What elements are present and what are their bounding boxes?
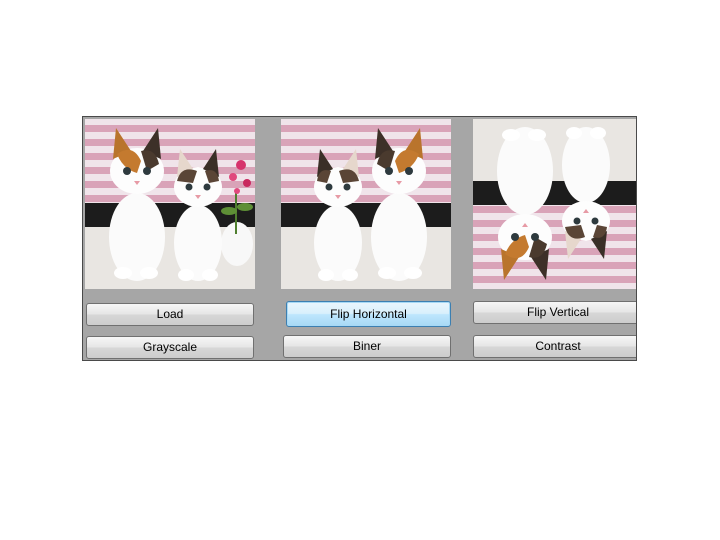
grayscale-button[interactable]: Grayscale (86, 336, 254, 359)
flipped-horizontal-image (281, 119, 451, 289)
kittens-photo-icon (85, 119, 255, 289)
load-button[interactable]: Load (86, 303, 254, 326)
flip-vertical-button[interactable]: Flip Vertical (473, 301, 636, 324)
kittens-flipped-horizontal-icon (281, 119, 451, 289)
contrast-button[interactable]: Contrast (473, 335, 636, 358)
flipped-vertical-image (473, 119, 636, 289)
app-window: Load Grayscale Flip Horizontal Biner Fli… (82, 116, 637, 361)
kittens-flipped-vertical-icon (473, 119, 636, 289)
flip-horizontal-button[interactable]: Flip Horizontal (286, 301, 451, 327)
biner-button[interactable]: Biner (283, 335, 451, 358)
original-image (85, 119, 255, 289)
